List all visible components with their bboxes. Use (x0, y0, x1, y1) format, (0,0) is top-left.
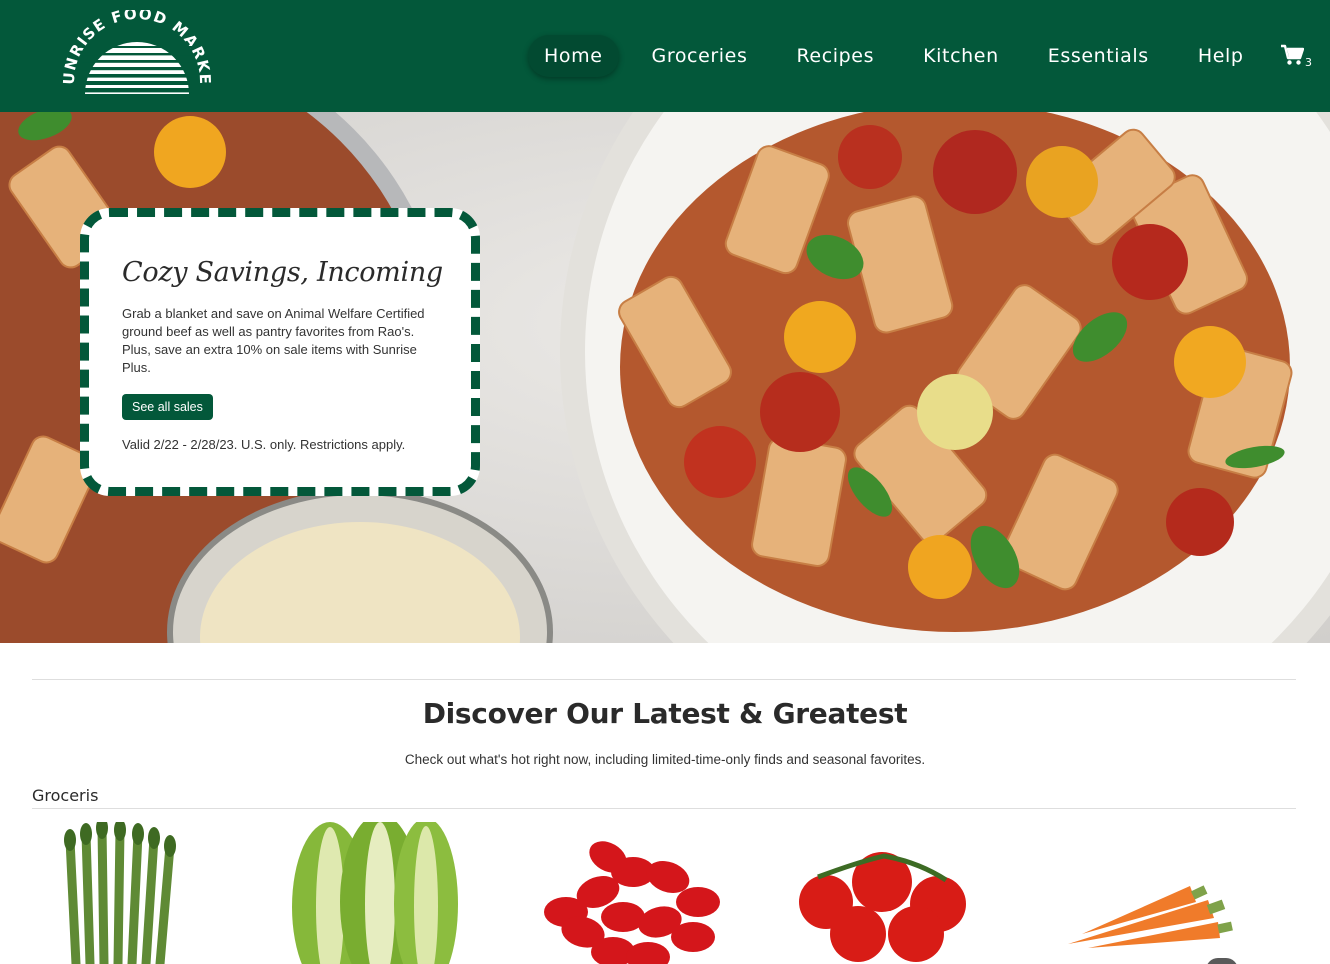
romaine-lettuce-image[interactable] (292, 822, 458, 964)
discover-heading: Discover Our Latest & Greatest (422, 697, 908, 730)
cart-button[interactable]: 3 (1280, 44, 1320, 72)
nav-help[interactable]: Help (1182, 35, 1260, 77)
groceries-divider (32, 808, 1296, 809)
grape-tomatoes-image[interactable] (538, 822, 728, 964)
cart-icon (1281, 44, 1305, 65)
vine-tomatoes-image[interactable] (798, 822, 970, 964)
nav-home[interactable]: Home (528, 35, 619, 77)
promo-card: Cozy Savings, Incoming Grab a blanket an… (80, 208, 480, 496)
promo-fine-print: Valid 2/22 - 2/28/23. U.S. only. Restric… (122, 437, 406, 452)
nav-recipes[interactable]: Recipes (780, 35, 890, 77)
groceries-section-label: Groceris (32, 786, 99, 805)
nav-groceries[interactable]: Groceries (636, 35, 764, 77)
logo[interactable]: SUNRISE FOOD MARKET (56, 0, 213, 100)
section-divider (32, 679, 1296, 680)
promo-description: Grab a blanket and save on Animal Welfar… (122, 306, 425, 375)
cart-count: 3 (1305, 56, 1312, 69)
promo-title: Cozy Savings, Incoming (122, 257, 443, 288)
asparagus-image[interactable] (56, 822, 181, 964)
discover-subtitle: Check out what's hot right now, includin… (404, 752, 926, 767)
nav-kitchen[interactable]: Kitchen (907, 35, 1015, 77)
carrots-image[interactable] (1058, 822, 1238, 964)
main-nav: Home Groceries Recipes Kitchen Essential… (528, 33, 1277, 79)
nav-essentials[interactable]: Essentials (1032, 35, 1165, 77)
site-header: SUNRISE FOOD MARKET Home Groceries Recip… (0, 0, 1330, 112)
hero-banner: Cozy Savings, Incoming Grab a blanket an… (0, 112, 1330, 643)
see-all-sales-button[interactable]: See all sales (122, 394, 213, 420)
